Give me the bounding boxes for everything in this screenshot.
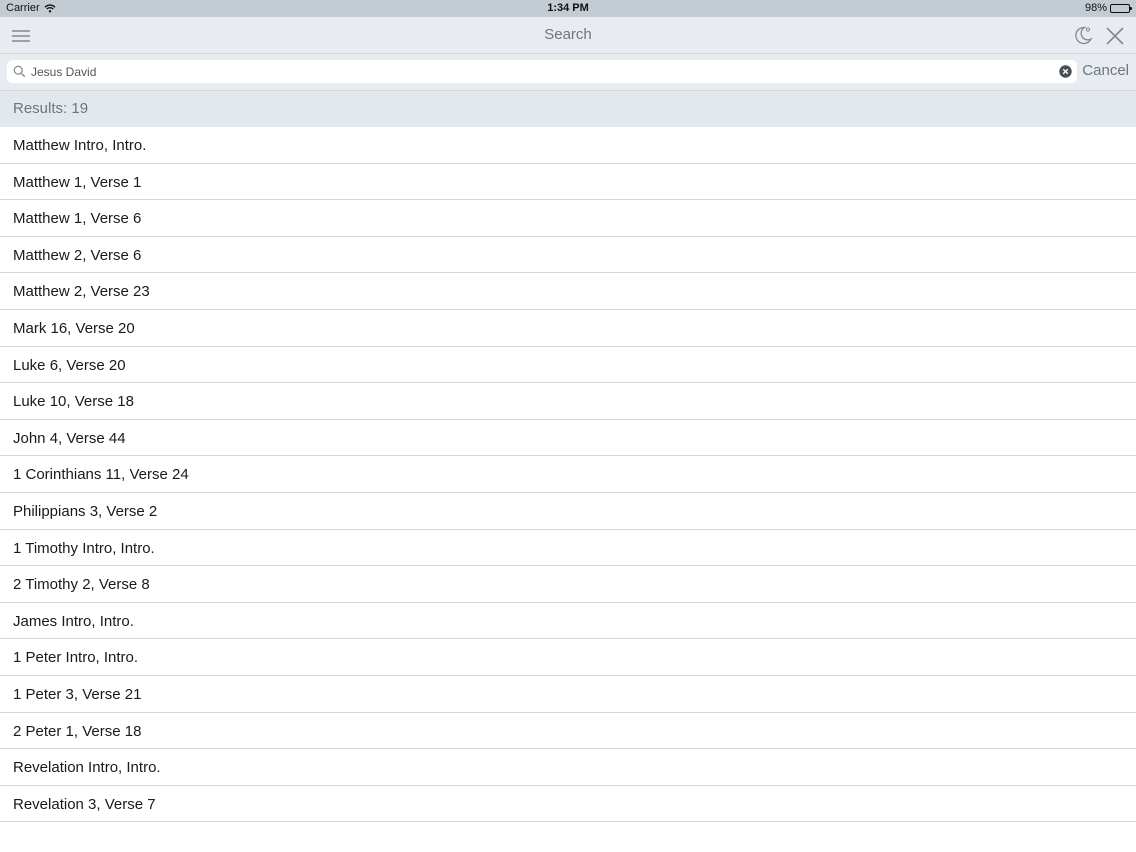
result-row[interactable]: Revelation Intro, Intro. — [0, 749, 1136, 786]
battery-percent: 98% — [1084, 2, 1107, 14]
battery-indicator: 98% — [1084, 2, 1132, 14]
page-title: Search — [544, 26, 592, 43]
cancel-button[interactable]: Cancel — [1082, 62, 1129, 79]
result-row[interactable]: Matthew 1, Verse 6 — [0, 200, 1136, 237]
status-time: 1:34 PM — [547, 2, 589, 14]
night-mode-icon[interactable] — [1072, 24, 1094, 46]
search-icon — [13, 65, 26, 78]
result-row[interactable]: Matthew 1, Verse 1 — [0, 164, 1136, 201]
result-row[interactable]: Matthew Intro, Intro. — [0, 127, 1136, 164]
result-row[interactable]: Luke 6, Verse 20 — [0, 347, 1136, 384]
result-row[interactable]: Matthew 2, Verse 23 — [0, 273, 1136, 310]
result-row[interactable]: 1 Peter Intro, Intro. — [0, 639, 1136, 676]
results-count: Results: 19 — [0, 91, 1136, 127]
result-row[interactable]: 1 Peter 3, Verse 21 — [0, 676, 1136, 713]
result-row[interactable]: Philippians 3, Verse 2 — [0, 493, 1136, 530]
result-row[interactable]: 2 Timothy 2, Verse 8 — [0, 566, 1136, 603]
result-row[interactable]: 1 Corinthians 11, Verse 24 — [0, 456, 1136, 493]
battery-icon — [1110, 3, 1132, 13]
close-icon[interactable] — [1104, 25, 1126, 47]
result-row[interactable]: Mark 16, Verse 20 — [0, 310, 1136, 347]
results-list: Matthew Intro, Intro. Matthew 1, Verse 1… — [0, 127, 1136, 823]
result-row[interactable]: John 4, Verse 44 — [0, 420, 1136, 457]
clear-search-icon[interactable] — [1059, 65, 1072, 78]
result-row[interactable]: James Intro, Intro. — [0, 603, 1136, 640]
result-row[interactable]: Matthew 2, Verse 6 — [0, 237, 1136, 274]
result-row[interactable]: 1 Timothy Intro, Intro. — [0, 530, 1136, 567]
result-row[interactable]: Revelation 3, Verse 7 — [0, 786, 1136, 823]
result-row[interactable]: 2 Peter 1, Verse 18 — [0, 713, 1136, 750]
navigation-bar: Search — [0, 17, 1136, 54]
search-bar: Cancel — [0, 54, 1136, 91]
search-field[interactable] — [7, 60, 1077, 83]
search-input[interactable] — [31, 62, 1051, 81]
status-bar: Carrier 1:34 PM 98% — [0, 0, 1136, 17]
result-row[interactable]: Luke 10, Verse 18 — [0, 383, 1136, 420]
